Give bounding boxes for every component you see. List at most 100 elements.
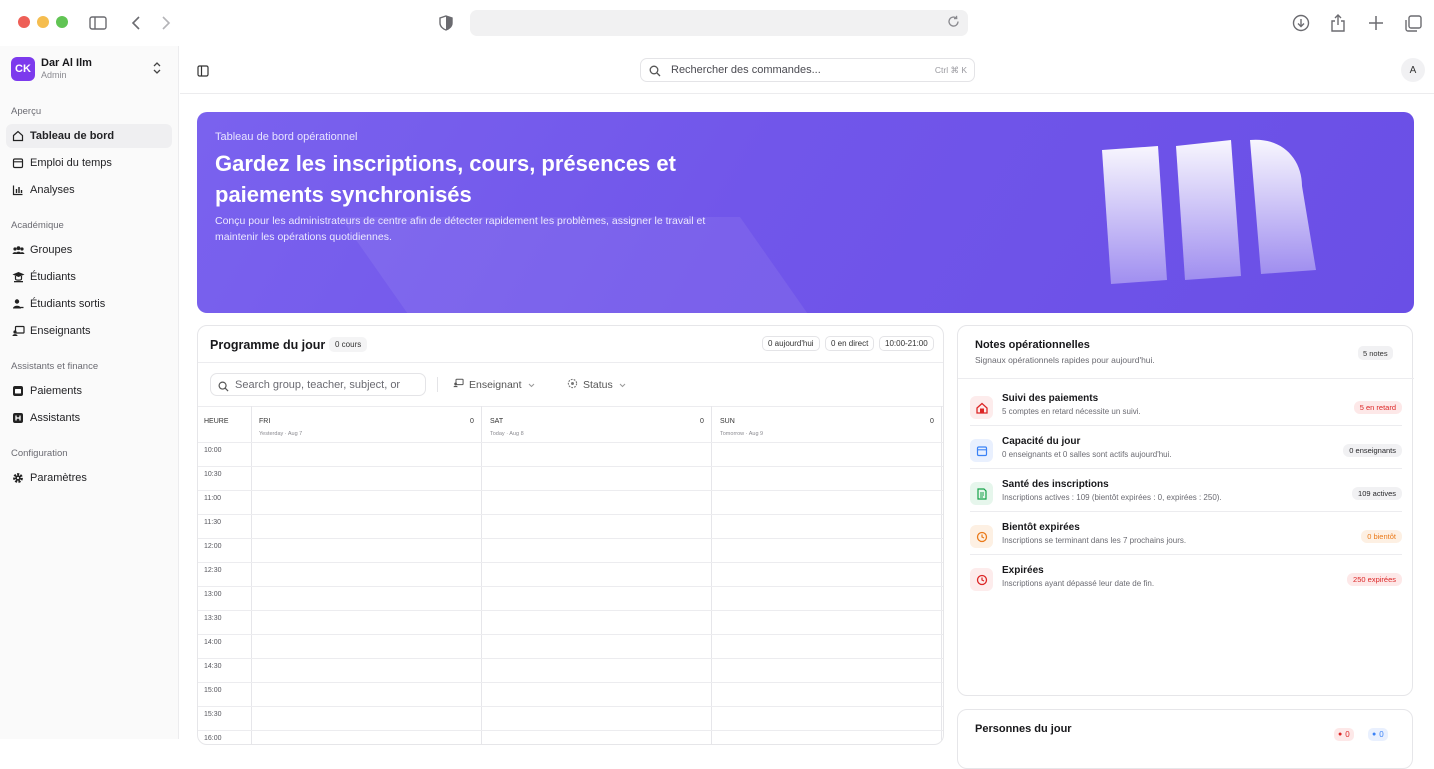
note-description: 0 enseignants et 0 salles sont actifs au… <box>1002 450 1172 459</box>
people-badge-b-value: 0 <box>1379 730 1384 739</box>
command-search-input[interactable]: Rechercher des commandes... Ctrl ⌘ K <box>640 58 975 82</box>
section-apercu-title: Aperçu <box>11 106 42 117</box>
calendar-icon <box>970 439 993 462</box>
status-filter-dropdown[interactable]: Status <box>567 378 626 392</box>
user-avatar[interactable]: A <box>1401 58 1425 82</box>
grid-row-line <box>198 730 943 731</box>
close-window-button[interactable] <box>18 16 30 28</box>
note-title: Santé des inscriptions <box>1002 479 1109 490</box>
privacy-shield-icon[interactable] <box>434 11 458 35</box>
time-label: 12:00 <box>204 543 222 550</box>
grid-row-line <box>198 610 943 611</box>
download-icon[interactable] <box>1289 11 1313 35</box>
note-title: Expirées <box>1002 565 1044 576</box>
note-badge: 5 en retard <box>1353 401 1402 414</box>
sidebar-item-label: Groupes <box>30 244 73 256</box>
sidebar-item-label: Assistants <box>30 412 81 424</box>
note-description: Inscriptions actives : 109 (bientôt expi… <box>1002 493 1222 502</box>
note-item-expiring-soon[interactable]: Bientôt expirées Inscriptions se termina… <box>970 521 1402 563</box>
note-title: Bientôt expirées <box>1002 522 1080 533</box>
note-title: Capacité du jour <box>1002 436 1081 447</box>
search-placeholder: Rechercher des commandes... <box>671 64 821 76</box>
live-badge: 0 en direct <box>825 336 875 351</box>
operational-notes-card: Notes opérationnelles Signaux opérationn… <box>957 325 1414 696</box>
sidebar-item-teachers[interactable]: Enseignants <box>6 319 172 343</box>
sidebar-item-label: Étudiants <box>30 271 76 283</box>
sidebar-item-schedule[interactable]: Emploi du temps <box>6 151 172 175</box>
sidebar-item-students[interactable]: Étudiants <box>6 265 172 289</box>
course-count-badge: 0 cours <box>329 337 368 352</box>
note-item-capacity[interactable]: Capacité du jour 0 enseignants et 0 sall… <box>970 435 1402 477</box>
note-badge: 109 actives <box>1352 487 1402 500</box>
workspace-role: Admin <box>41 70 67 80</box>
section-configuration-title: Configuration <box>11 448 68 459</box>
today-badge: 0 aujourd'hui <box>762 336 820 351</box>
sidebar-item-label: Analyses <box>30 184 75 196</box>
programme-search-placeholder: Search group, teacher, subject, or <box>235 379 401 391</box>
chevron-up-down-icon <box>153 62 161 76</box>
people-badge-b: ● 0 <box>1368 728 1388 741</box>
sidebar-item-groups[interactable]: Groupes <box>6 238 172 262</box>
sidebar-item-payments[interactable]: Paiements <box>6 379 172 403</box>
student-icon <box>11 270 25 284</box>
minimize-window-button[interactable] <box>37 16 49 28</box>
note-description: Inscriptions ayant dépassé leur date de … <box>1002 579 1155 588</box>
grid-row-line <box>198 514 943 515</box>
divider <box>970 468 1402 469</box>
time-label: 14:30 <box>204 663 222 670</box>
status-icon <box>567 378 578 392</box>
new-tab-icon[interactable] <box>1364 11 1388 35</box>
note-title: Suivi des paiements <box>1002 393 1099 404</box>
hour-column-header: HEURE <box>204 418 229 425</box>
sidebar-item-settings[interactable]: Paramètres <box>6 466 172 490</box>
notes-count-badge: 5 notes <box>1358 346 1393 360</box>
note-badge: 250 expirées <box>1347 573 1402 586</box>
time-label: 11:30 <box>204 519 221 526</box>
divider <box>970 511 1402 512</box>
time-label: 15:00 <box>204 687 222 694</box>
sidebar-item-label: Paiements <box>30 385 82 397</box>
divider <box>198 362 943 363</box>
grid-row-line <box>198 538 943 539</box>
note-badge: 0 bientôt <box>1361 530 1402 543</box>
programme-search-input[interactable]: Search group, teacher, subject, or <box>210 373 426 396</box>
chevron-down-icon <box>528 379 535 391</box>
shortcut-hint: Ctrl ⌘ K <box>934 65 967 75</box>
reload-icon[interactable] <box>947 15 960 33</box>
calendar-icon <box>11 156 25 170</box>
chevron-down-icon <box>619 379 626 391</box>
share-icon[interactable] <box>1326 11 1350 35</box>
sidebar-toggle-icon[interactable] <box>86 11 110 35</box>
section-finance-title: Assistants et finance <box>11 361 99 372</box>
search-icon <box>218 379 229 397</box>
note-item-enrollment-health[interactable]: Santé des inscriptions Inscriptions acti… <box>970 478 1402 520</box>
tab-overview-icon[interactable] <box>1401 11 1425 35</box>
day-header-sub: Tomorrow · Aug 9 <box>720 431 764 437</box>
sidebar-item-analytics[interactable]: Analyses <box>6 178 172 202</box>
back-icon[interactable] <box>124 11 148 35</box>
divider <box>958 378 1414 379</box>
note-item-payments[interactable]: Suivi des paiements 5 comptes en retard … <box>970 392 1402 434</box>
note-item-expired[interactable]: Expirées Inscriptions ayant dépassé leur… <box>970 564 1402 606</box>
panel-toggle-icon[interactable] <box>197 64 209 82</box>
hero-banner: Tableau de bord opérationnel Gardez les … <box>197 112 1414 313</box>
assistant-icon <box>11 411 25 425</box>
sidebar-item-label: Paramètres <box>30 472 87 484</box>
programme-title: Programme du jour <box>210 338 326 352</box>
address-bar[interactable] <box>470 10 968 36</box>
zoom-window-button[interactable] <box>56 16 68 28</box>
section-academique-title: Académique <box>11 220 64 231</box>
grid-column-line <box>941 406 942 744</box>
sidebar-item-former-students[interactable]: Étudiants sortis <box>6 292 172 316</box>
people-badge-a: ● 0 <box>1334 728 1354 741</box>
user-icon: ● <box>1338 731 1343 738</box>
sidebar-item-dashboard[interactable]: Tableau de bord <box>6 124 172 148</box>
teacher-filter-dropdown[interactable]: Enseignant <box>453 378 535 391</box>
sidebar-item-label: Étudiants sortis <box>30 298 106 310</box>
document-icon <box>970 482 993 505</box>
hero-title: Gardez les inscriptions, cours, présence… <box>215 151 676 207</box>
home-icon <box>11 129 25 143</box>
sidebar-item-assistants[interactable]: Assistants <box>6 406 172 430</box>
forward-icon[interactable] <box>154 11 178 35</box>
notes-title: Notes opérationnelles <box>975 339 1090 351</box>
